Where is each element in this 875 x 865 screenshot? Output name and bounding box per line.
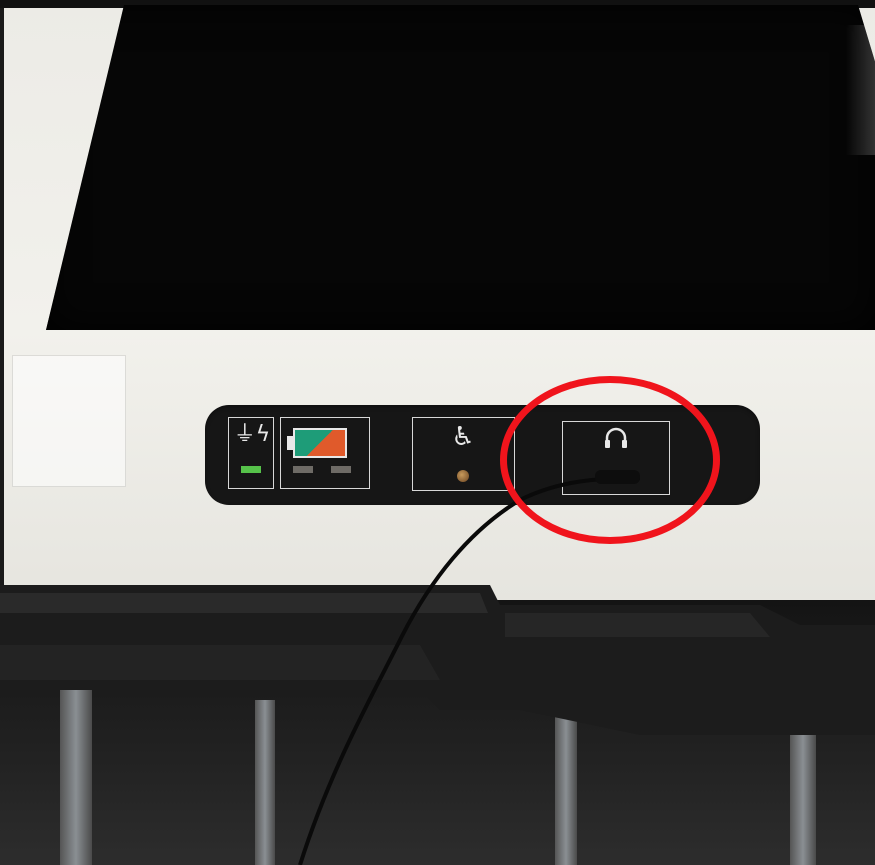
accessibility-led [457,470,469,482]
tape-patch [12,355,126,487]
power-plug-icon: ⏚ϟ [233,422,271,447]
wheelchair-icon: ♿ [451,422,475,452]
battery-led [293,466,313,473]
photo-scene: ⏚ϟ ♿ [0,0,875,865]
power-led [241,466,261,473]
power-indicator: ⏚ϟ [228,417,274,489]
battery-icon [293,428,347,458]
battery-led [331,466,351,473]
device-screen [46,5,875,330]
battery-indicator [280,417,370,489]
highlight-circle [500,376,720,544]
black-tray-handle [0,585,875,735]
